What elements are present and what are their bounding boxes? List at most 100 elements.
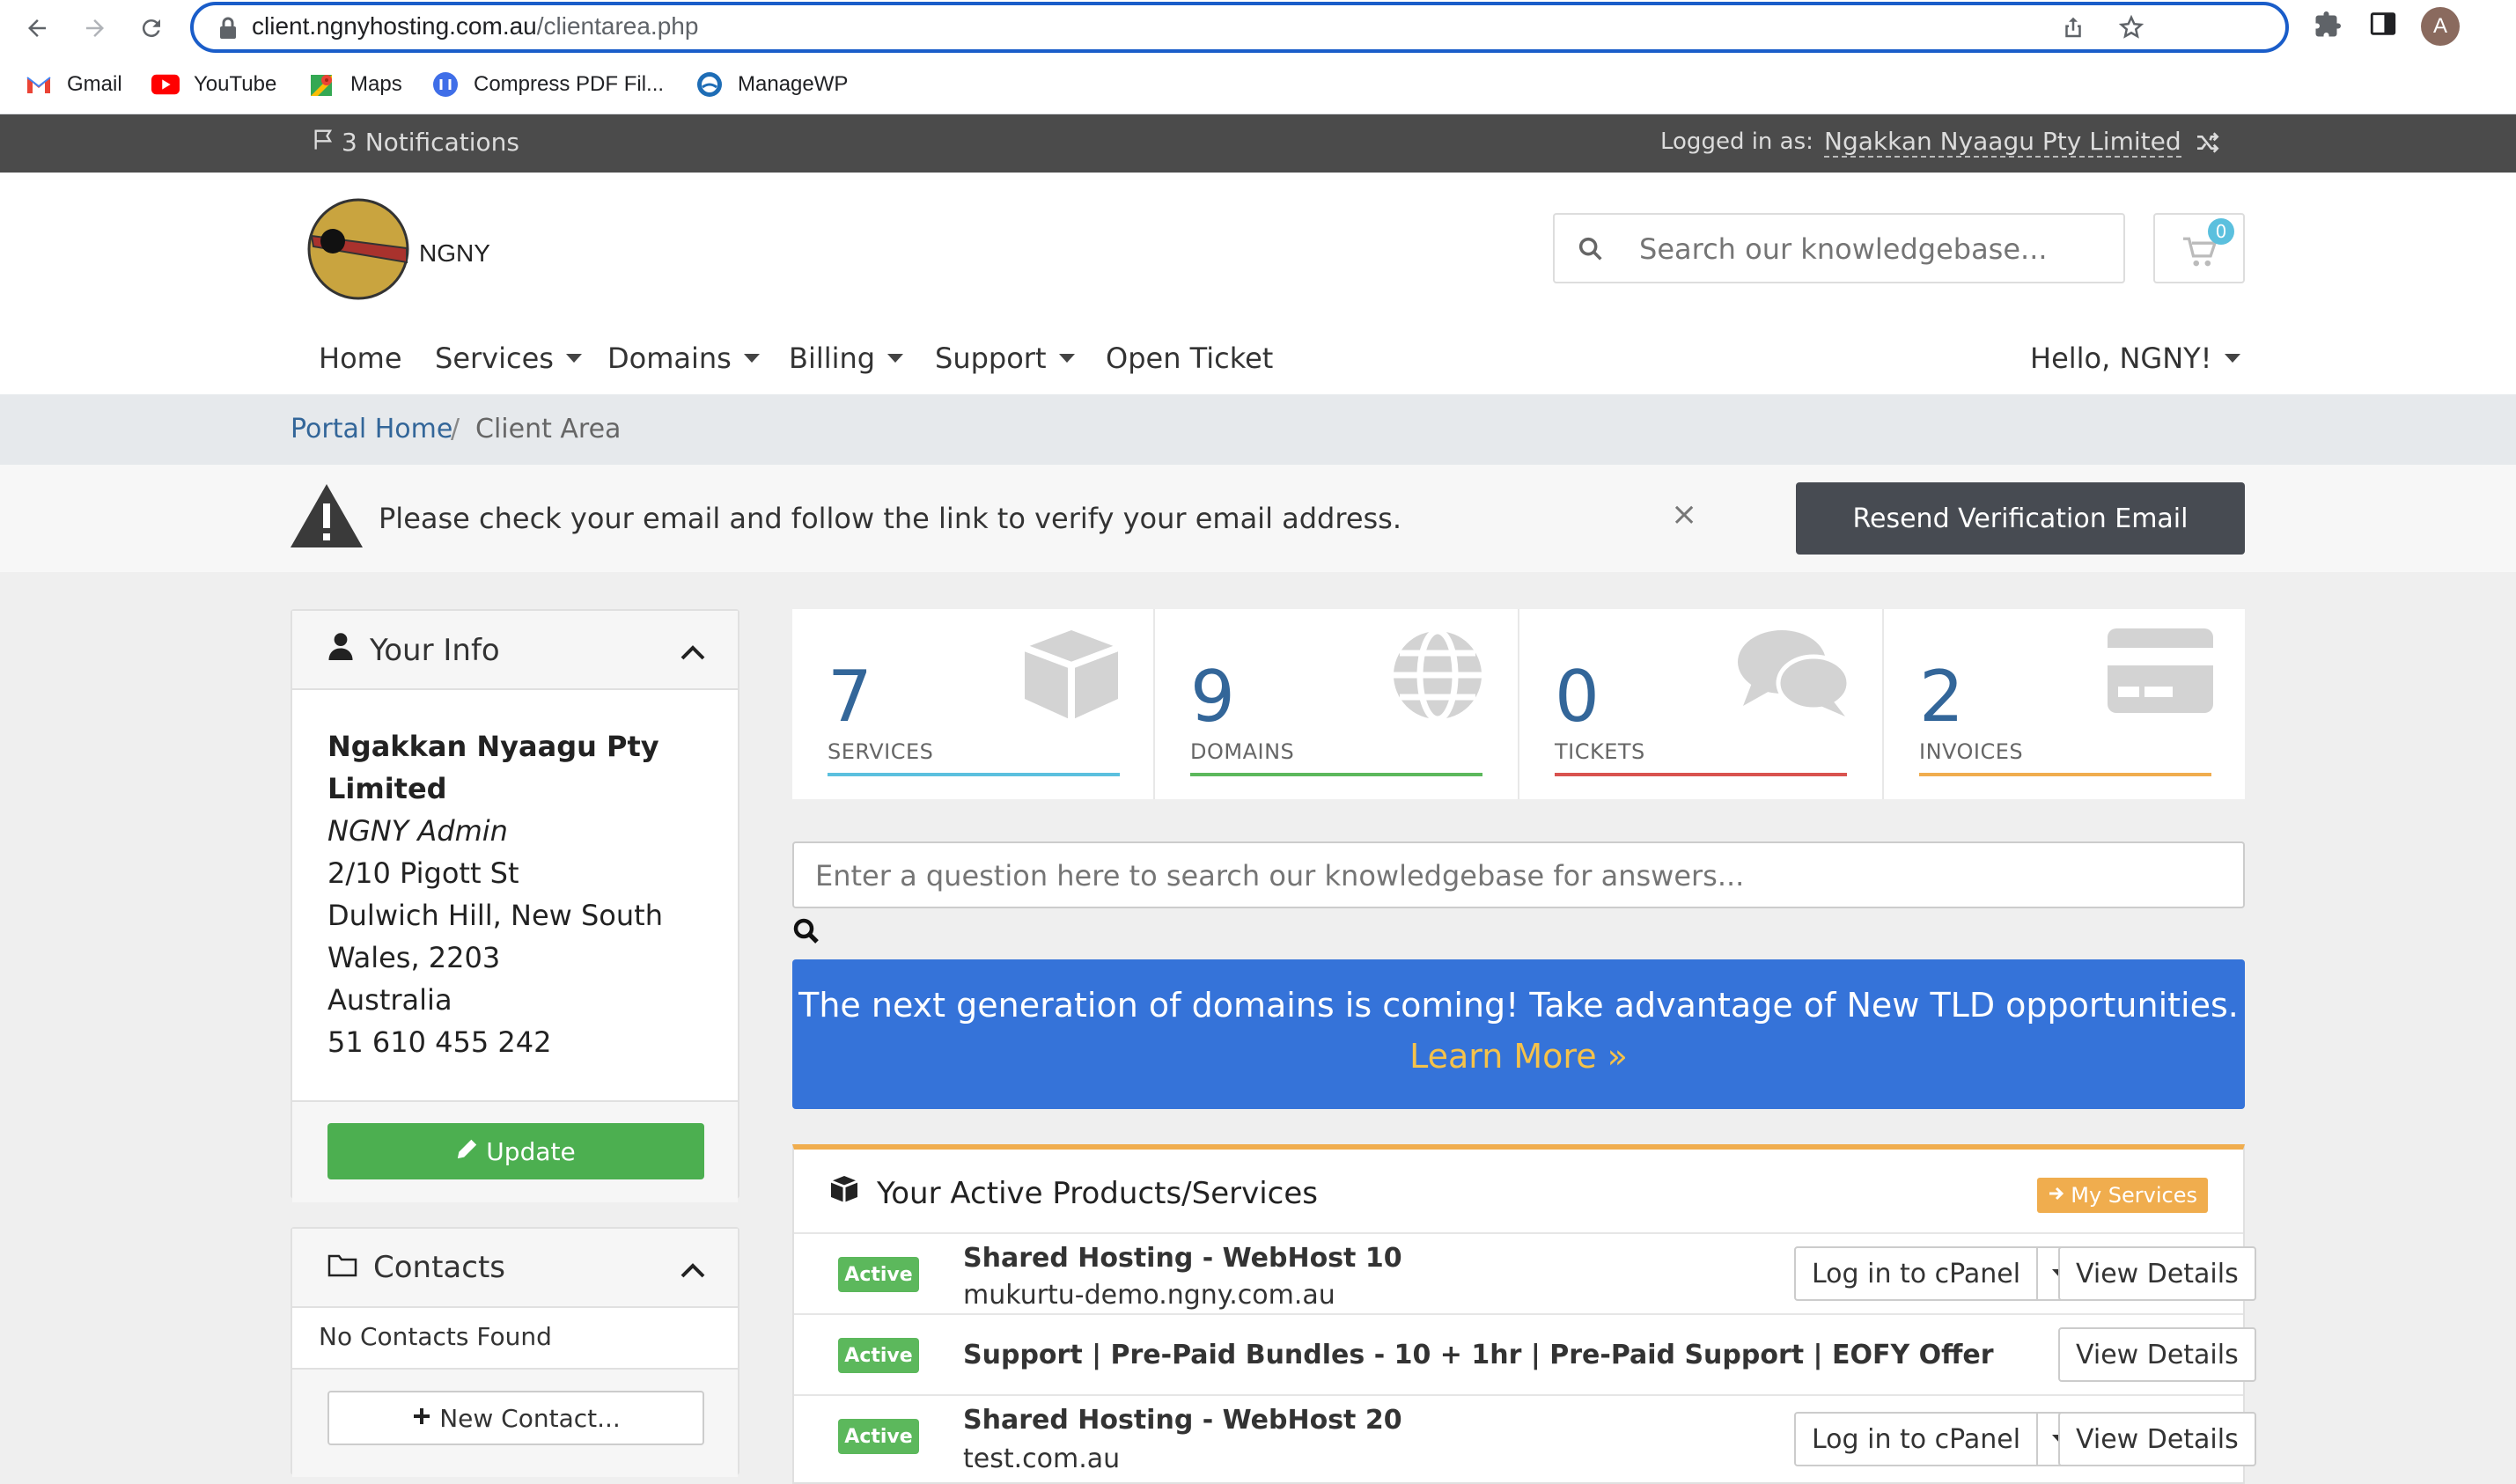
contacts-header[interactable]: Contacts (292, 1229, 738, 1308)
nav-open-ticket[interactable]: Open Ticket (1106, 342, 1273, 375)
reload-icon[interactable] (130, 7, 173, 49)
pencil-icon (456, 1137, 479, 1166)
view-details-button[interactable]: View Details (2058, 1327, 2256, 1382)
cube-icon (1019, 627, 1123, 731)
knowledgebase-question-input[interactable] (815, 854, 2206, 898)
stat-services[interactable]: 7 SERVICES (792, 609, 1155, 799)
chevron-up-icon[interactable] (680, 1255, 706, 1286)
side-panel-icon[interactable] (2368, 9, 2398, 46)
flag-icon (312, 127, 336, 158)
no-contacts-text: No Contacts Found (319, 1322, 552, 1351)
caret-down-icon (1058, 354, 1075, 363)
search-icon[interactable] (791, 915, 822, 954)
nav-billing[interactable]: Billing (789, 342, 904, 375)
logged-in-label: Logged in as: (1660, 129, 1813, 155)
comments-icon (1736, 627, 1851, 725)
knowledgebase-search[interactable] (1553, 213, 2125, 283)
products-title: Your Active Products/Services (829, 1174, 1318, 1212)
contacts-title: Contacts (373, 1250, 505, 1285)
nav-domains[interactable]: Domains (607, 342, 760, 375)
bookmark-managewp[interactable]: ManageWP (695, 67, 848, 102)
address-line-2: Dulwich Hill, New South (327, 899, 663, 932)
nav-home[interactable]: Home (319, 342, 402, 375)
bookmark-gmail[interactable]: Gmail (25, 67, 122, 102)
view-details-button[interactable]: View Details (2058, 1412, 2256, 1466)
stat-tickets[interactable]: 0 TICKETS (1519, 609, 1882, 799)
product-name[interactable]: Support | Pre-Paid Bundles - 10 + 1hr | … (963, 1340, 1994, 1370)
knowledgebase-question-box[interactable] (792, 841, 2245, 908)
alert-message: Please check your email and follow the l… (379, 502, 1402, 535)
bookmark-youtube[interactable]: YouTube (151, 67, 276, 102)
share-icon[interactable] (2060, 14, 2086, 48)
product-name[interactable]: Shared Hosting - WebHost 10 (963, 1243, 1402, 1274)
cpanel-login-group: Log in to cPanel (1794, 1412, 2085, 1466)
logo-text[interactable]: NGNY (419, 239, 490, 268)
resend-verification-button[interactable]: Resend Verification Email (1796, 482, 2245, 555)
invoices-label: INVOICES (1919, 739, 2024, 764)
switch-account-icon[interactable] (2194, 129, 2222, 164)
company-name: Ngakkan Nyaagu Pty (327, 730, 659, 763)
new-contact-button[interactable]: New Contact... (327, 1391, 704, 1445)
back-icon[interactable] (16, 7, 58, 49)
status-badge: Active (838, 1419, 919, 1454)
login-cpanel-button[interactable]: Log in to cPanel (1796, 1414, 2039, 1465)
domains-label: DOMAINS (1190, 739, 1295, 764)
learn-more-link[interactable]: Learn More » (792, 1037, 2245, 1076)
youtube-icon (151, 70, 180, 99)
arrow-right-icon (2048, 1183, 2065, 1208)
bookmark-compress-pdf[interactable]: Compress PDF Fil... (431, 67, 664, 102)
bookmark-star-icon[interactable] (2118, 14, 2144, 48)
breadcrumb-portal-home[interactable]: Portal Home (291, 414, 452, 444)
user-menu[interactable]: Hello, NGNY! (2030, 342, 2240, 375)
services-underline (828, 773, 1120, 776)
user-icon (327, 632, 354, 668)
stat-domains[interactable]: 9 DOMAINS (1155, 609, 1518, 799)
address-bar[interactable]: client.ngnyhosting.com.au/clientarea.php (190, 2, 2289, 53)
tickets-label: TICKETS (1555, 739, 1645, 764)
stat-invoices[interactable]: 2 INVOICES (1884, 609, 2247, 799)
nav-services[interactable]: Services (435, 342, 582, 375)
bookmark-maps[interactable]: Maps (308, 67, 402, 102)
notifications-link[interactable]: 3 Notifications (312, 127, 519, 158)
ngny-logo[interactable] (306, 197, 410, 301)
folder-icon (327, 1250, 357, 1285)
forward-icon[interactable] (74, 7, 116, 49)
company-name-cont: Limited (327, 772, 447, 805)
top-bar: 3 Notifications Logged in as: Ngakkan Ny… (0, 114, 2516, 173)
cart-count-badge: 0 (2208, 218, 2234, 245)
chevron-up-icon[interactable] (680, 637, 706, 668)
knowledgebase-search-input[interactable] (1639, 227, 2097, 271)
main-nav: Home Services Domains Billing Support Op… (0, 329, 2516, 386)
update-button[interactable]: Update (327, 1123, 704, 1179)
browser-toolbar: client.ngnyhosting.com.au/clientarea.php… (0, 0, 2516, 56)
cart-button[interactable]: 0 (2153, 213, 2245, 283)
search-icon (1576, 234, 1606, 271)
extensions-icon[interactable] (2312, 9, 2343, 48)
your-info-title: Your Info (370, 632, 500, 668)
your-info-details: Ngakkan Nyaagu Pty Limited NGNY Admin 2/… (327, 725, 663, 1063)
services-count: 7 (828, 656, 872, 738)
domains-count: 9 (1190, 656, 1235, 738)
warning-icon (289, 482, 364, 556)
product-domain: test.com.au (963, 1444, 1121, 1474)
url-text: client.ngnyhosting.com.au/clientarea.php (252, 12, 699, 40)
product-row: Active Shared Hosting - WebHost 20 test.… (794, 1394, 2256, 1484)
cart-icon (2181, 236, 2218, 275)
close-icon[interactable]: × (1671, 496, 1697, 533)
product-domain: mukurtu-demo.ngny.com.au (963, 1280, 1335, 1311)
login-cpanel-button[interactable]: Log in to cPanel (1796, 1248, 2039, 1299)
my-services-button[interactable]: My Services (2037, 1178, 2208, 1213)
invoices-underline (1919, 773, 2211, 776)
services-label: SERVICES (828, 739, 934, 764)
status-badge: Active (838, 1257, 919, 1292)
maps-icon (308, 70, 336, 99)
domains-underline (1190, 773, 1482, 776)
your-info-header[interactable]: Your Info (292, 611, 738, 690)
logged-in-account[interactable]: Ngakkan Nyaagu Pty Limited (1824, 127, 2181, 158)
managewp-icon (695, 70, 724, 99)
view-details-button[interactable]: View Details (2058, 1246, 2256, 1301)
nav-support[interactable]: Support (935, 342, 1075, 375)
product-name[interactable]: Shared Hosting - WebHost 20 (963, 1405, 1402, 1436)
caret-down-icon (2224, 354, 2240, 363)
profile-avatar[interactable]: A (2421, 7, 2460, 46)
